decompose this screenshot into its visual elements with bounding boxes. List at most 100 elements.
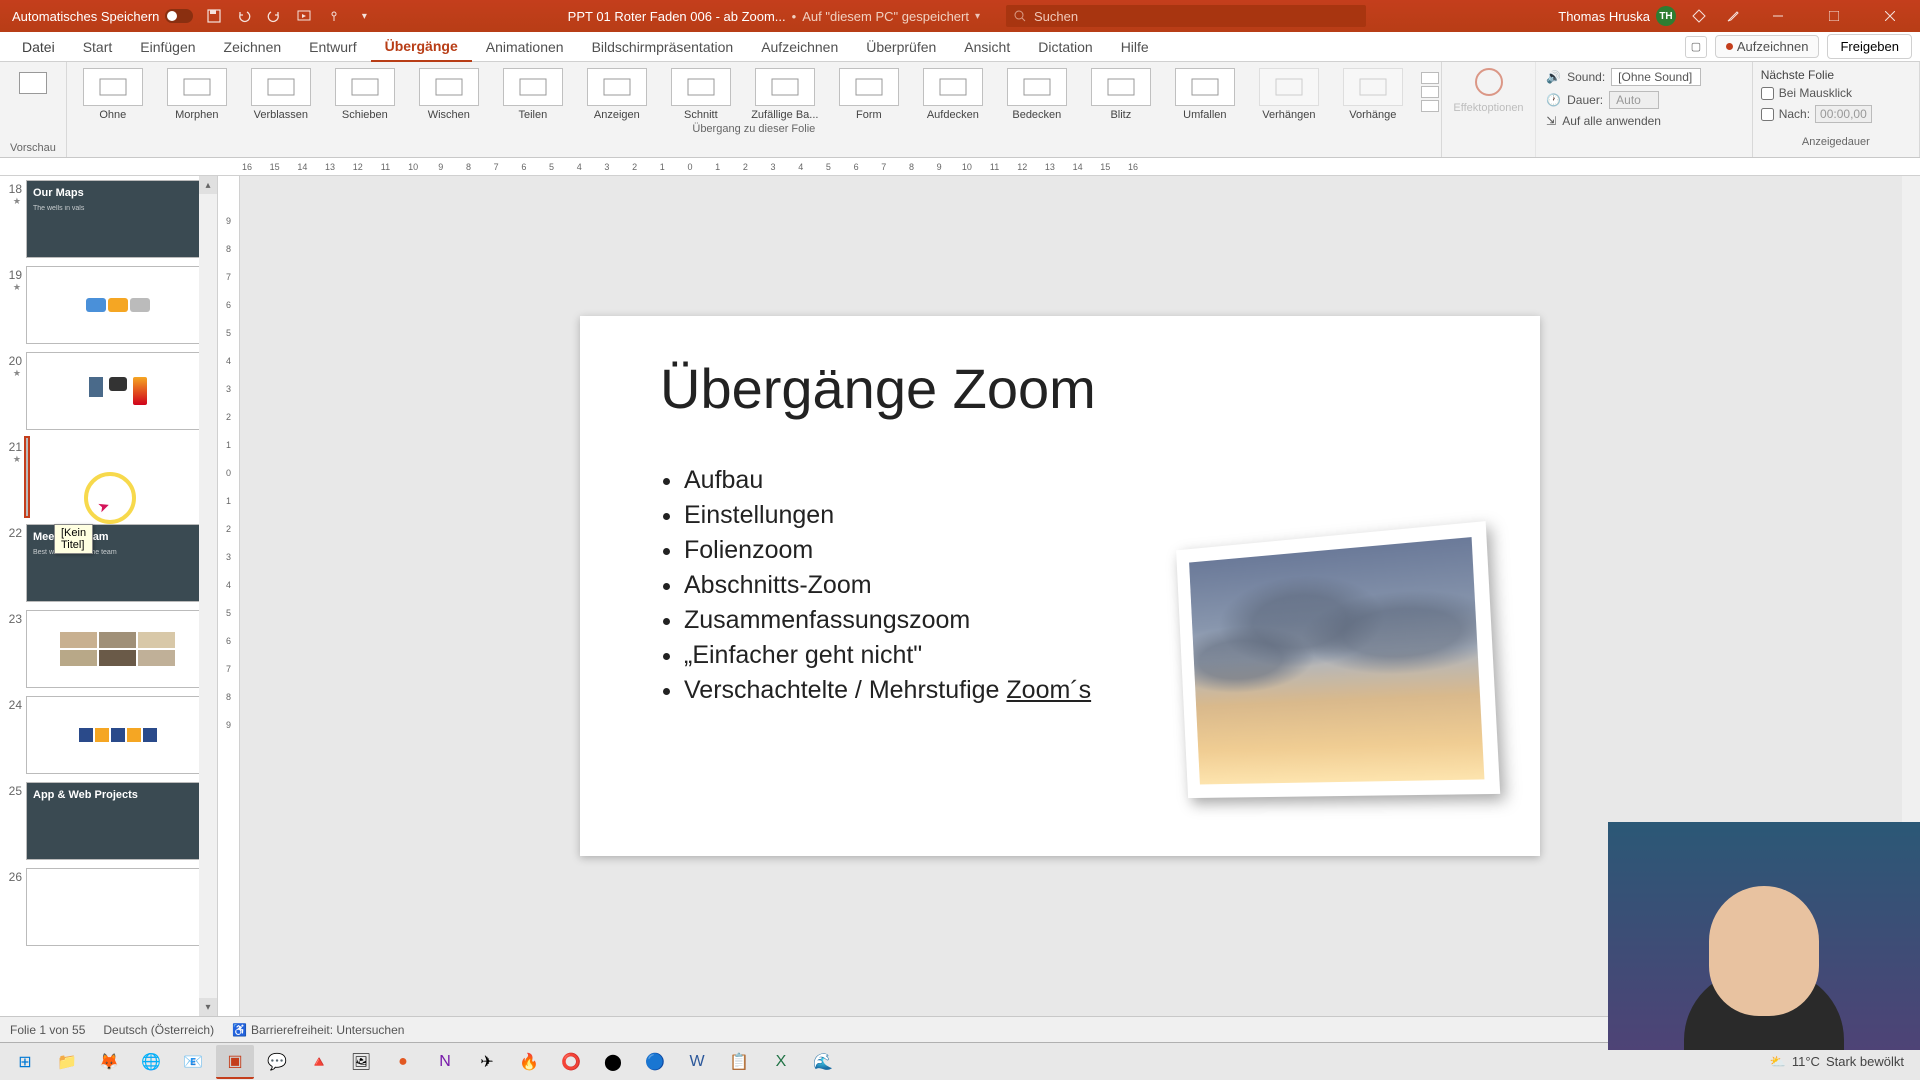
apply-all-button[interactable]: Auf alle anwenden	[1562, 114, 1661, 128]
slide-thumb-19[interactable]: 19★	[4, 266, 209, 344]
current-slide[interactable]: Übergänge Zoom AufbauEinstellungenFolien…	[580, 316, 1540, 856]
record-button[interactable]: Aufzeichnen	[1715, 35, 1820, 58]
app-icon-3[interactable]: ●	[384, 1045, 422, 1079]
chrome-icon[interactable]: 🌐	[132, 1045, 170, 1079]
slide-thumb-23[interactable]: 23	[4, 610, 209, 688]
outlook-icon[interactable]: 📧	[174, 1045, 212, 1079]
close-icon[interactable]	[1868, 0, 1912, 32]
transition-morphen[interactable]: Morphen	[157, 68, 237, 121]
firefox-icon[interactable]: 🦊	[90, 1045, 128, 1079]
minimize-icon[interactable]	[1756, 0, 1800, 32]
highlight-ring	[84, 472, 136, 524]
maximize-icon[interactable]	[1812, 0, 1856, 32]
slide-thumb-24[interactable]: 24	[4, 696, 209, 774]
transition-blitz[interactable]: Blitz	[1081, 68, 1161, 121]
language-status[interactable]: Deutsch (Österreich)	[103, 1023, 214, 1037]
tab-slideshow[interactable]: Bildschirmpräsentation	[578, 32, 748, 62]
tab-design[interactable]: Entwurf	[295, 32, 370, 62]
after-input[interactable]: 00:00,00	[1815, 105, 1872, 123]
tab-dictation[interactable]: Dictation	[1024, 32, 1106, 62]
undo-icon[interactable]	[233, 5, 255, 27]
tab-draw[interactable]: Zeichnen	[210, 32, 296, 62]
duration-input[interactable]: Auto	[1609, 91, 1659, 109]
transition-vorhänge[interactable]: Vorhänge	[1333, 68, 1413, 121]
effect-options-group[interactable]: Effektoptionen	[1442, 62, 1536, 157]
autosave-toggle[interactable]	[165, 9, 193, 23]
redo-icon[interactable]	[263, 5, 285, 27]
transition-teilen[interactable]: Teilen	[493, 68, 573, 121]
tab-insert[interactable]: Einfügen	[126, 32, 209, 62]
slide-thumb-21[interactable]: 21★➤[Kein Titel]	[4, 438, 209, 516]
sound-select[interactable]: [Ohne Sound]	[1611, 68, 1701, 86]
user-name: Thomas Hruska	[1558, 9, 1650, 24]
tab-view[interactable]: Ansicht	[950, 32, 1024, 62]
transition-anzeigen[interactable]: Anzeigen	[577, 68, 657, 121]
transition-schieben[interactable]: Schieben	[325, 68, 405, 121]
tab-review[interactable]: Überprüfen	[852, 32, 950, 62]
slide-thumb-18[interactable]: 18★Our MapsThe wells in vals	[4, 180, 209, 258]
transition-ohne[interactable]: Ohne	[73, 68, 153, 121]
search-box[interactable]: Suchen	[1006, 5, 1366, 27]
transition-schnitt[interactable]: Schnitt	[661, 68, 741, 121]
tab-animations[interactable]: Animationen	[472, 32, 578, 62]
chevron-down-icon[interactable]: ▾	[975, 11, 980, 22]
after-checkbox[interactable]	[1761, 108, 1774, 121]
user-account[interactable]: Thomas Hruska TH	[1558, 6, 1676, 26]
slide-thumb-20[interactable]: 20★	[4, 352, 209, 430]
thumbnail-scrollbar[interactable]: ▴ ▾	[199, 176, 217, 1016]
transition-bedecken[interactable]: Bedecken	[997, 68, 1077, 121]
touch-mode-icon[interactable]	[323, 5, 345, 27]
diamond-icon[interactable]	[1688, 5, 1710, 27]
tab-start[interactable]: Start	[69, 32, 127, 62]
tab-file[interactable]: Datei	[8, 32, 69, 62]
app-icon-6[interactable]: 🔵	[636, 1045, 674, 1079]
on-click-checkbox[interactable]	[1761, 87, 1774, 100]
tab-help[interactable]: Hilfe	[1107, 32, 1163, 62]
scroll-up-icon[interactable]: ▴	[199, 176, 217, 194]
save-status: Auf "diesem PC" gespeichert	[802, 9, 969, 24]
slide-thumb-25[interactable]: 25App & Web Projects	[4, 782, 209, 860]
slide-thumb-26[interactable]: 26	[4, 868, 209, 946]
thumb-preview	[26, 438, 28, 516]
save-icon[interactable]	[203, 5, 225, 27]
powerpoint-icon[interactable]: ▣	[216, 1045, 254, 1079]
app-icon-1[interactable]: 💬	[258, 1045, 296, 1079]
word-icon[interactable]: W	[678, 1045, 716, 1079]
gallery-more-icon[interactable]	[1419, 62, 1441, 121]
pen-icon[interactable]	[1722, 5, 1744, 27]
qat-more-icon[interactable]: ▾	[353, 5, 375, 27]
slideshow-icon[interactable]	[293, 5, 315, 27]
telegram-icon[interactable]: ✈	[468, 1045, 506, 1079]
vlc-icon[interactable]: 🔺	[300, 1045, 338, 1079]
transition-zufällige ba...[interactable]: Zufällige Ba...	[745, 68, 825, 121]
slide-counter[interactable]: Folie 1 von 55	[10, 1023, 85, 1037]
scroll-down-icon[interactable]: ▾	[199, 998, 217, 1016]
app-icon-7[interactable]: 📋	[720, 1045, 758, 1079]
slide-thumb-22[interactable]: 22Meet the TeamBest we had from the team	[4, 524, 209, 602]
tab-record[interactable]: Aufzeichnen	[747, 32, 852, 62]
explorer-icon[interactable]: 📁	[48, 1045, 86, 1079]
transition-form[interactable]: Form	[829, 68, 909, 121]
start-menu-icon[interactable]: ⊞	[6, 1045, 44, 1079]
edge-icon[interactable]: 🌊	[804, 1045, 842, 1079]
ribbon-collapse-icon[interactable]: ▢	[1685, 36, 1707, 58]
preview-icon[interactable]	[19, 72, 47, 94]
tab-transitions[interactable]: Übergänge	[371, 32, 472, 62]
obs-icon[interactable]: ⬤	[594, 1045, 632, 1079]
transition-verhängen[interactable]: Verhängen	[1249, 68, 1329, 121]
transition-wischen[interactable]: Wischen	[409, 68, 489, 121]
onenote-icon[interactable]: N	[426, 1045, 464, 1079]
app-icon-5[interactable]: ⭕	[552, 1045, 590, 1079]
transition-umfallen[interactable]: Umfallen	[1165, 68, 1245, 121]
transition-verblassen[interactable]: Verblassen	[241, 68, 321, 121]
excel-icon[interactable]: X	[762, 1045, 800, 1079]
app-icon-2[interactable]: 🖼	[342, 1045, 380, 1079]
weather-widget[interactable]: ⛅ 11°C Stark bewölkt	[1770, 1054, 1904, 1070]
document-name: PPT 01 Roter Faden 006 - ab Zoom...	[568, 9, 786, 24]
horizontal-ruler: 1615141312111098765432101234567891011121…	[0, 158, 1920, 176]
share-button[interactable]: Freigeben	[1827, 34, 1912, 59]
app-icon-4[interactable]: 🔥	[510, 1045, 548, 1079]
transition-aufdecken[interactable]: Aufdecken	[913, 68, 993, 121]
autosave[interactable]: Automatisches Speichern	[12, 9, 193, 24]
accessibility-status[interactable]: ♿ Barrierefreiheit: Untersuchen	[232, 1023, 404, 1037]
